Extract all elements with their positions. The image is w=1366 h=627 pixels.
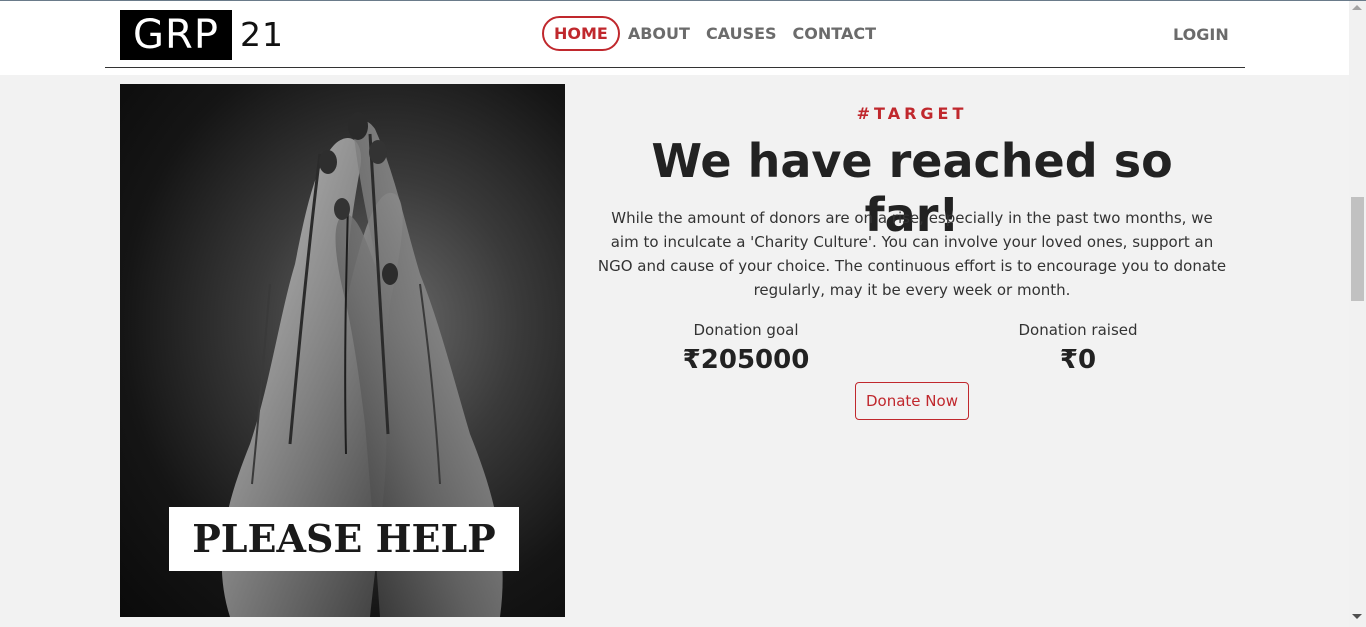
donation-raised-value: ₹0 bbox=[1059, 345, 1097, 375]
scrollbar-thumb[interactable] bbox=[1351, 197, 1364, 301]
header-divider bbox=[105, 67, 1245, 68]
logo-number: 21 bbox=[240, 15, 284, 54]
donation-goal-value: ₹205000 bbox=[682, 345, 810, 375]
donation-goal-label: Donation goal bbox=[693, 321, 799, 339]
scroll-up-arrow-icon[interactable] bbox=[1352, 5, 1362, 10]
nav-home[interactable]: HOME bbox=[542, 15, 620, 51]
page-scrollbar[interactable] bbox=[1349, 1, 1366, 627]
section-description: While the amount of donors are on a rise… bbox=[597, 209, 1227, 299]
logo-mark: GRP bbox=[120, 10, 232, 60]
nav-causes[interactable]: CAUSES bbox=[706, 24, 777, 43]
please-help-sign: PLEASE HELP bbox=[169, 507, 519, 571]
donate-now-button[interactable]: Donate Now bbox=[855, 382, 969, 420]
nav-contact[interactable]: CONTACT bbox=[793, 24, 876, 43]
donation-raised-label: Donation raised bbox=[1018, 321, 1138, 339]
nav-about[interactable]: ABOUT bbox=[628, 24, 690, 43]
login-link[interactable]: LOGIN bbox=[1173, 25, 1229, 44]
donation-raised-stat: Donation raised ₹0 bbox=[948, 320, 1208, 380]
scroll-down-arrow-icon[interactable] bbox=[1352, 614, 1362, 619]
section-tag: #TARGET bbox=[856, 104, 968, 123]
site-logo[interactable]: GRP 21 bbox=[120, 10, 284, 60]
site-header: GRP 21 HOME ABOUT CAUSES CONTACT LOGIN bbox=[0, 1, 1349, 75]
praying-hands-image: PLEASE HELP bbox=[120, 84, 565, 617]
main-nav: HOME ABOUT CAUSES CONTACT bbox=[542, 15, 892, 51]
donation-goal-stat: Donation goal ₹205000 bbox=[616, 320, 876, 380]
